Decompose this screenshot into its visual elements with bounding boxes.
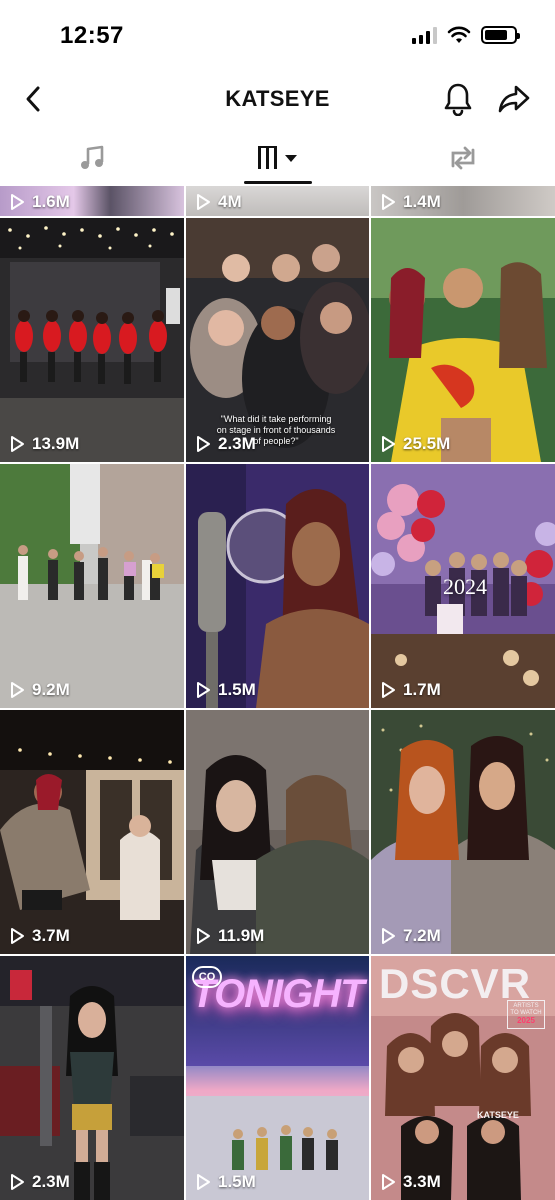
bell-icon	[444, 83, 472, 116]
notifications-button[interactable]	[441, 80, 475, 118]
play-icon	[197, 1174, 210, 1190]
tab-reposts[interactable]	[370, 130, 555, 186]
video-tile[interactable]: 4M	[186, 186, 369, 216]
tab-videos[interactable]	[185, 130, 370, 186]
video-thumbnail	[0, 710, 184, 954]
video-tile[interactable]: 1.4M	[371, 186, 555, 216]
play-icon	[197, 682, 210, 698]
play-icon	[197, 436, 210, 452]
status-time: 12:57	[60, 22, 124, 49]
play-icon	[382, 682, 395, 698]
profile-header: KATSEYE	[0, 72, 555, 128]
play-icon	[11, 1174, 24, 1190]
view-count: 1.4M	[379, 192, 441, 212]
view-count: 1.5M	[194, 1172, 256, 1192]
repost-icon	[451, 146, 474, 170]
battery-icon	[481, 26, 520, 44]
video-tile[interactable]: 7.2M	[371, 710, 555, 954]
music-note-icon	[80, 145, 103, 169]
video-tile[interactable]: 1.5M	[186, 464, 369, 708]
wifi-icon	[447, 26, 471, 43]
video-thumbnail	[0, 218, 184, 462]
video-thumbnail	[0, 956, 184, 1200]
video-tile[interactable]: 1.6M	[0, 186, 184, 216]
view-count: 2.3M	[194, 434, 256, 454]
badge-line: ARTISTS	[513, 1003, 539, 1009]
play-icon	[197, 194, 210, 210]
video-tile[interactable]: 13.9M	[0, 218, 184, 462]
video-thumbnail	[0, 464, 184, 708]
view-count: 3.3M	[379, 1172, 441, 1192]
play-icon	[11, 682, 24, 698]
video-tile[interactable]: 9.2M	[0, 464, 184, 708]
play-icon	[11, 928, 24, 944]
view-count: 1.5M	[194, 680, 256, 700]
play-icon	[382, 928, 395, 944]
view-count: 25.5M	[379, 434, 450, 454]
video-tile[interactable]: DSCVR ARTISTS TO WATCH 2025 KATSEYE 3.3M	[371, 956, 555, 1200]
video-tile[interactable]: 2.3M	[0, 956, 184, 1200]
video-thumbnail	[186, 464, 369, 708]
play-icon	[382, 436, 395, 452]
video-tile[interactable]: TONIGHT CO 1.5M	[186, 956, 369, 1200]
cellular-signal-icon	[412, 26, 437, 44]
play-icon	[11, 194, 24, 210]
video-tile[interactable]: 3.7M	[0, 710, 184, 954]
video-tile[interactable]: 2024 1.7M	[371, 464, 555, 708]
video-tile[interactable]: "What did it take performing on stage in…	[186, 218, 369, 462]
view-count: 3.7M	[8, 926, 70, 946]
status-bar: 12:57	[0, 0, 555, 72]
view-count: 9.2M	[8, 680, 70, 700]
video-thumbnail	[371, 710, 555, 954]
view-count: 1.6M	[8, 192, 70, 212]
tab-music[interactable]	[0, 130, 185, 186]
grid-bars-icon	[257, 146, 297, 169]
badge-year: 2025	[517, 1016, 535, 1025]
view-count: 4M	[194, 192, 242, 212]
view-count: 13.9M	[8, 434, 79, 454]
content-tabs	[0, 130, 555, 186]
video-tile[interactable]: 11.9M	[186, 710, 369, 954]
view-count: 7.2M	[379, 926, 441, 946]
view-count: 1.7M	[379, 680, 441, 700]
video-grid: 1.6M 4M 1.4M 13.9M "What did it take per…	[0, 186, 555, 1200]
overlay-text: 2024	[443, 574, 487, 599]
status-icons	[412, 26, 520, 44]
back-button[interactable]	[18, 82, 48, 116]
video-thumbnail	[186, 710, 369, 954]
chevron-left-icon	[26, 86, 40, 112]
video-thumbnail	[371, 218, 555, 462]
artists-to-watch-badge: ARTISTS TO WATCH 2025	[507, 1000, 545, 1029]
play-icon	[382, 1174, 395, 1190]
view-count: 11.9M	[194, 926, 264, 946]
view-count: 2.3M	[8, 1172, 70, 1192]
video-tile[interactable]: 25.5M	[371, 218, 555, 462]
play-icon	[197, 928, 210, 944]
artist-tag: KATSEYE	[477, 1110, 519, 1120]
play-icon	[382, 194, 395, 210]
share-button[interactable]	[495, 80, 533, 118]
collab-badge: CO	[192, 966, 222, 988]
share-arrow-icon	[498, 85, 530, 113]
play-icon	[11, 436, 24, 452]
